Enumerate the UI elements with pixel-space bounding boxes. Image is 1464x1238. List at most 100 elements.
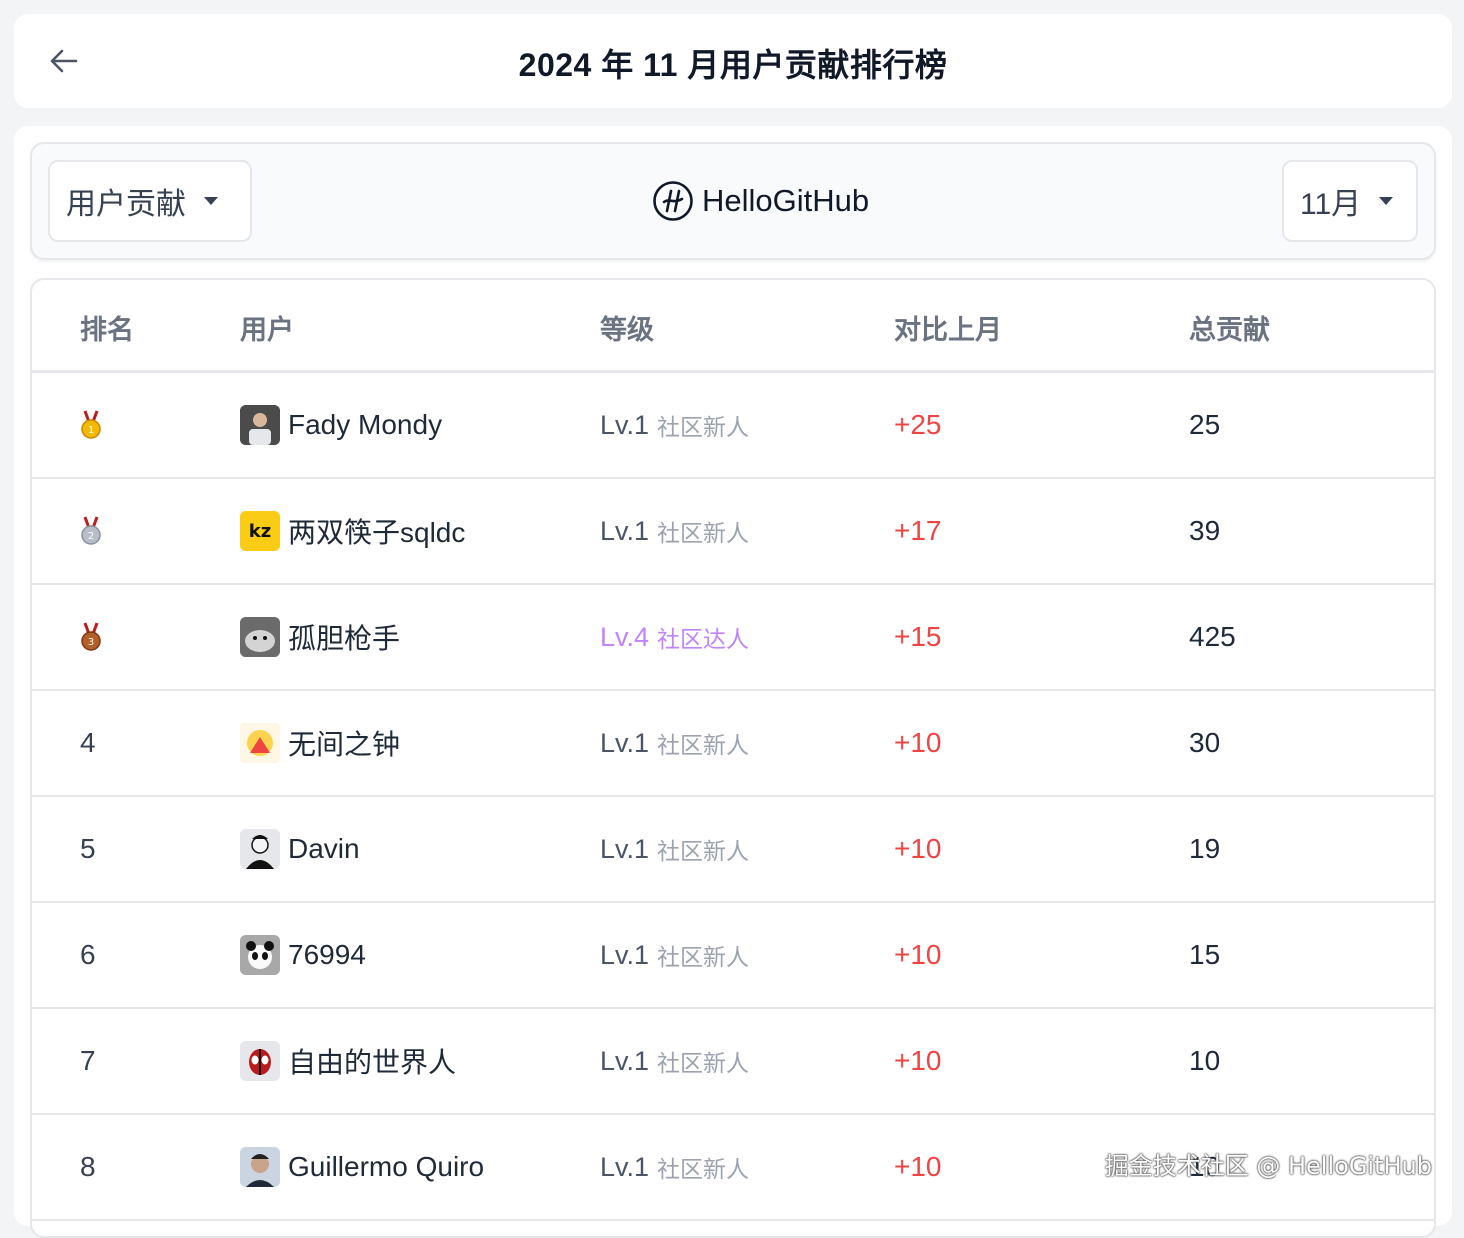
user-name[interactable]: 无间之钟: [288, 723, 400, 763]
table-row[interactable]: 6 76994 Lv.1 社区新人 +10 15: [32, 903, 1434, 1009]
diff-cell: +25: [894, 409, 942, 440]
user-name[interactable]: 两双筷子sqldc: [288, 511, 465, 551]
diff-cell: +15: [894, 621, 942, 652]
rank-cell: 3: [80, 585, 102, 689]
user-name[interactable]: Davin: [288, 833, 360, 865]
table-row[interactable]: 4 无间之钟 Lv.1 社区新人 +10 30: [32, 691, 1434, 797]
level-value: Lv.1: [600, 727, 650, 758]
svg-text:1: 1: [88, 425, 94, 436]
avatar[interactable]: [240, 405, 280, 445]
hellogithub-logo-icon: [653, 181, 693, 221]
user-cell[interactable]: 孤胆枪手: [240, 585, 400, 689]
avatar[interactable]: kz: [240, 511, 280, 551]
rank-cell: 5: [80, 833, 96, 864]
brand[interactable]: HelloGitHub: [652, 180, 869, 222]
chevron-down-icon: [204, 197, 218, 205]
table-row[interactable]: 7 自由的世界人 Lv.1 社区新人 +10 10: [32, 1009, 1434, 1115]
level-label: 社区新人: [657, 732, 750, 758]
level-cell: Lv.1 社区新人: [600, 797, 749, 901]
level-label: 社区达人: [657, 626, 750, 652]
table-row[interactable]: 3 孤胆枪手 Lv.4 社区达人 +15 425: [32, 585, 1434, 691]
level-label: 社区新人: [657, 520, 750, 546]
level-cell: Lv.1 社区新人: [600, 1009, 749, 1113]
month-dropdown[interactable]: 11月: [1282, 160, 1418, 242]
avatar[interactable]: [240, 1147, 280, 1187]
level-cell: Lv.1 社区新人: [600, 1115, 749, 1219]
avatar[interactable]: [240, 1041, 280, 1081]
level-value: Lv.4: [600, 621, 650, 652]
user-cell[interactable]: 76994: [240, 903, 366, 1007]
rank-cell: 4: [80, 727, 96, 758]
level-value: Lv.1: [600, 515, 650, 546]
level-cell: Lv.1 社区新人: [600, 691, 749, 795]
level-value: Lv.1: [600, 409, 650, 440]
total-cell: 25: [1189, 409, 1221, 440]
user-name[interactable]: 孤胆枪手: [288, 617, 400, 657]
user-name[interactable]: Guillermo Quiro: [288, 1151, 484, 1183]
level-label: 社区新人: [657, 838, 750, 864]
user-cell[interactable]: 自由的世界人: [240, 1009, 456, 1113]
svg-text:2: 2: [88, 531, 94, 542]
type-dropdown[interactable]: 用户贡献: [48, 160, 252, 242]
diff-cell: +10: [894, 727, 942, 758]
column-header-user: 用户: [240, 315, 294, 345]
level-value: Lv.1: [600, 939, 650, 970]
gold-medal-icon: 1: [81, 410, 101, 439]
rank-cell: 1: [80, 373, 102, 477]
leaderboard-table: 排名 用户 等级 对比上月 总贡献 1 Fady Mondy Lv.1 社区新人…: [30, 278, 1436, 1238]
diff-cell: +10: [894, 1045, 942, 1076]
level-label: 社区新人: [657, 944, 750, 970]
user-name[interactable]: Fady Mondy: [288, 409, 442, 441]
level-cell: Lv.1 社区新人: [600, 479, 749, 583]
level-cell: Lv.4 社区达人: [600, 585, 749, 689]
total-cell: 15: [1189, 939, 1221, 970]
user-cell[interactable]: 无间之钟: [240, 691, 400, 795]
silver-medal-icon: 2: [81, 516, 101, 545]
total-cell: 10: [1189, 1045, 1221, 1076]
diff-cell: +10: [894, 939, 942, 970]
svg-text:kz: kz: [249, 521, 271, 542]
chevron-down-icon: [1379, 197, 1394, 205]
avatar[interactable]: [240, 723, 280, 763]
avatar[interactable]: [240, 829, 280, 869]
level-label: 社区新人: [657, 414, 750, 440]
rank-cell: 2: [80, 479, 102, 583]
user-name[interactable]: 76994: [288, 939, 366, 971]
total-cell: 19: [1189, 833, 1221, 864]
level-value: Lv.1: [600, 1045, 650, 1076]
level-value: Lv.1: [600, 1151, 650, 1182]
table-row[interactable]: 5 Davin Lv.1 社区新人 +10 19: [32, 797, 1434, 903]
table-header: 排名 用户 等级 对比上月 总贡献: [32, 280, 1434, 373]
total-cell: 39: [1189, 515, 1221, 546]
column-header-rank: 排名: [80, 315, 134, 345]
table-row[interactable]: 2 kz 两双筷子sqldc Lv.1 社区新人 +17 39: [32, 479, 1434, 585]
level-cell: Lv.1 社区新人: [600, 903, 749, 1007]
user-name[interactable]: 自由的世界人: [288, 1041, 456, 1081]
column-header-level: 等级: [600, 315, 654, 345]
diff-cell: +10: [894, 1151, 942, 1182]
table-row[interactable]: 1 Fady Mondy Lv.1 社区新人 +25 25: [32, 373, 1434, 479]
toolbar: 用户贡献 HelloGitHub 11月: [30, 142, 1436, 260]
total-cell: 425: [1189, 621, 1236, 652]
content-panel: 用户贡献 HelloGitHub 11月 排名 用户 等级 对比上月 总贡献 1…: [14, 126, 1452, 1238]
bronze-medal-icon: 3: [81, 622, 101, 651]
column-header-diff: 对比上月: [894, 315, 1002, 345]
user-cell[interactable]: Fady Mondy: [240, 373, 442, 477]
avatar[interactable]: [240, 935, 280, 975]
column-header-total: 总贡献: [1189, 315, 1270, 345]
level-label: 社区新人: [657, 1050, 750, 1076]
page-header: 2024 年 11 月用户贡献排行榜: [14, 14, 1452, 108]
level-label: 社区新人: [657, 1156, 750, 1182]
total-cell: 30: [1189, 727, 1221, 758]
user-cell[interactable]: Guillermo Quiro: [240, 1115, 484, 1219]
svg-text:3: 3: [88, 637, 94, 648]
page-title: 2024 年 11 月用户贡献排行榜: [518, 47, 948, 83]
avatar[interactable]: [240, 617, 280, 657]
user-cell[interactable]: kz 两双筷子sqldc: [240, 479, 465, 583]
type-dropdown-label: 用户贡献: [66, 188, 186, 221]
watermark: 掘金技术社区 @ HelloGitHub: [1104, 1152, 1432, 1180]
diff-cell: +17: [894, 515, 942, 546]
diff-cell: +10: [894, 833, 942, 864]
user-cell[interactable]: Davin: [240, 797, 360, 901]
brand-name: HelloGitHub: [702, 183, 870, 218]
